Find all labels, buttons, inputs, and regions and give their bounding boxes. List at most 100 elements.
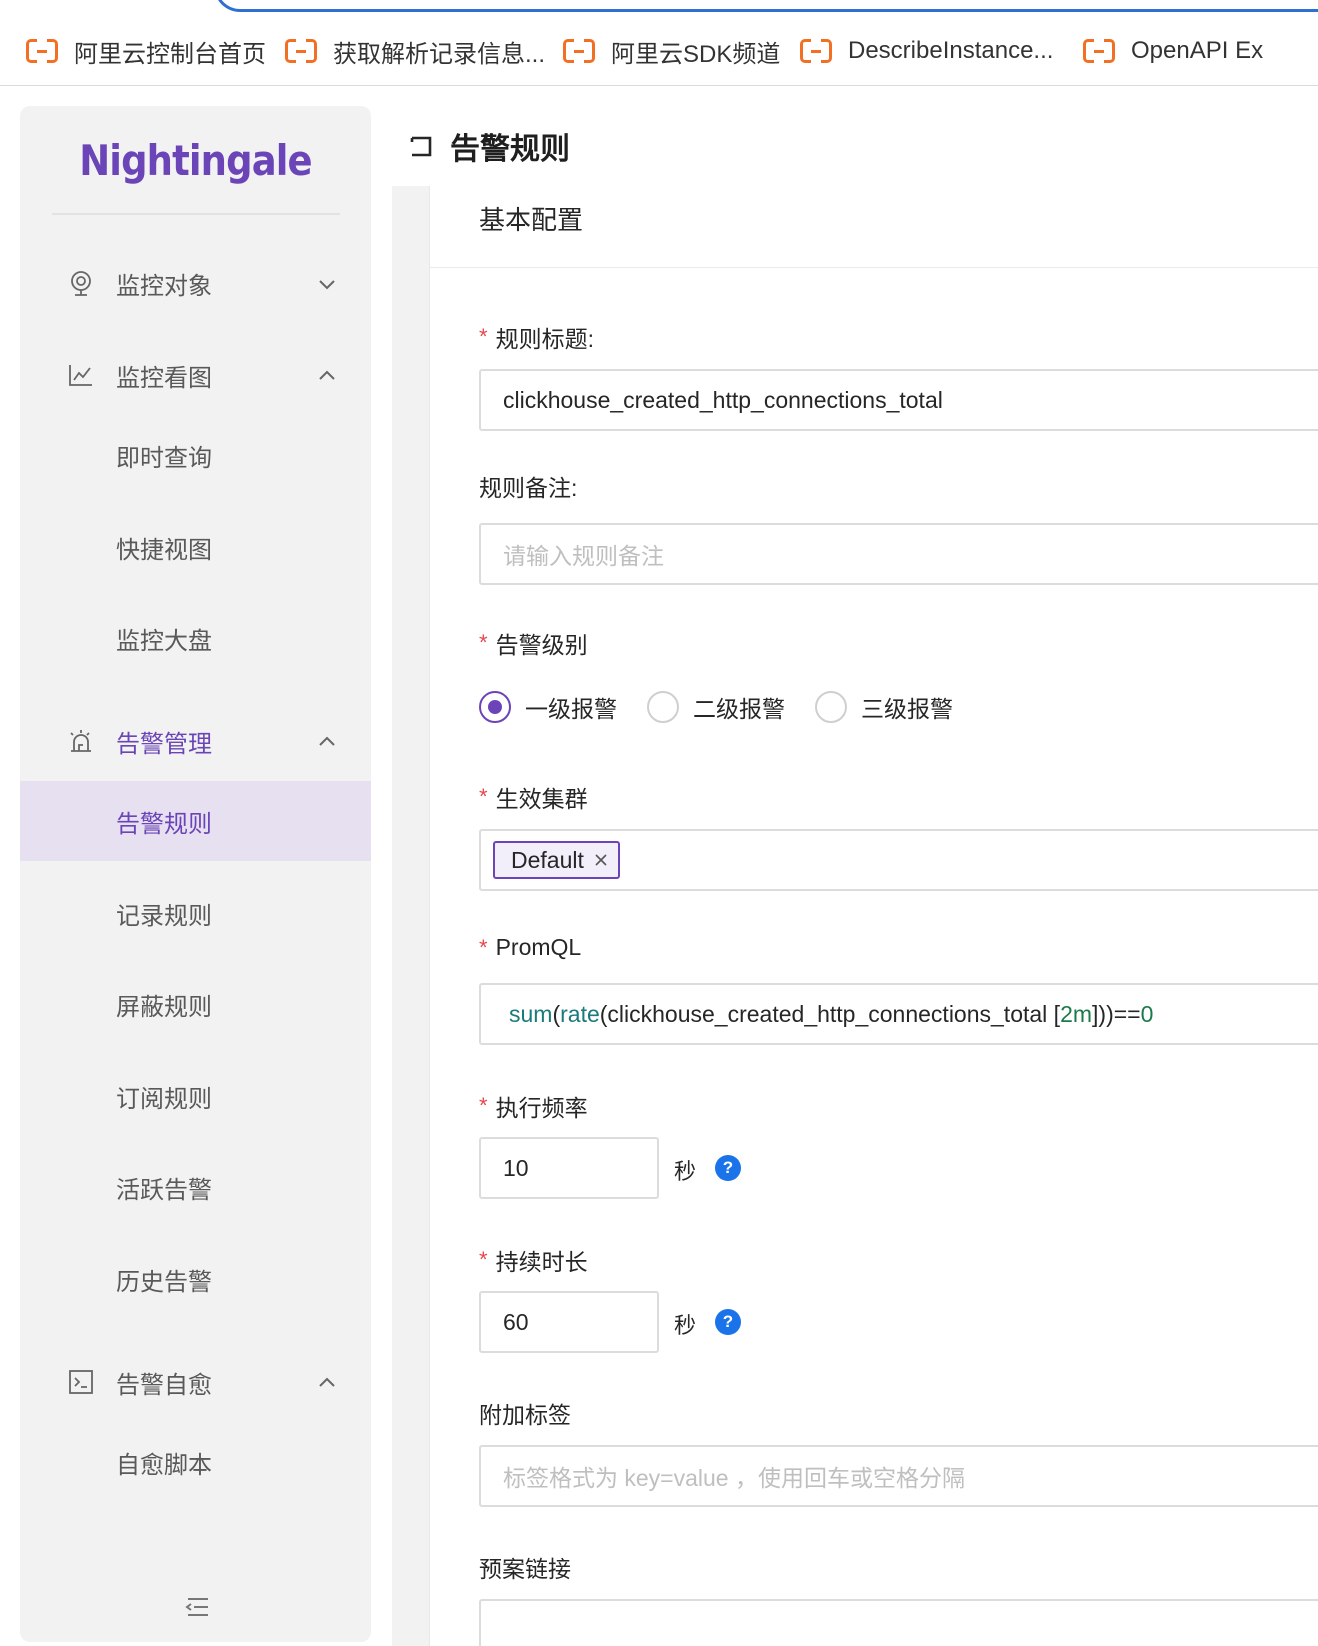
section-title: 基本配置 bbox=[479, 205, 584, 235]
promql-editor[interactable]: sum(rate (clickhouse_created_http_connect… bbox=[479, 983, 1318, 1045]
promql-token: 2m bbox=[1060, 1000, 1093, 1027]
sidebar-item-recording-rules[interactable]: 记录规则 bbox=[20, 873, 371, 953]
extra-labels-input[interactable]: 标签格式为 key=value ，使用回车或空格分隔 bbox=[479, 1445, 1318, 1507]
label-text: 生效集群 bbox=[495, 786, 588, 812]
severity-radio-group: 一级报警 二级报警 三级报警 bbox=[479, 689, 983, 725]
aliyun-icon bbox=[285, 39, 317, 63]
required-mark: * bbox=[479, 324, 488, 349]
sidebar-item-label: 屏蔽规则 bbox=[116, 993, 212, 1021]
required-mark: * bbox=[479, 934, 488, 960]
cluster-select[interactable]: Default bbox=[479, 829, 1318, 891]
radio-label: 二级报警 bbox=[693, 696, 785, 722]
sidebar-item-label: 自愈脚本 bbox=[116, 1451, 212, 1479]
sidebar-item-label: 订阅规则 bbox=[116, 1085, 212, 1113]
sidebar: Nightingale 监控对象 监控看图 即时查询 快捷视图 监控大盘 告警管… bbox=[20, 106, 371, 1642]
bookmark-aliyun-console[interactable]: 阿里云控制台首页 bbox=[26, 34, 266, 68]
divider bbox=[52, 213, 340, 215]
rule-title-input[interactable]: clickhouse_created_http_connections_tota… bbox=[479, 369, 1318, 431]
chevron-up-icon bbox=[319, 370, 335, 380]
close-icon[interactable] bbox=[594, 853, 608, 867]
aliyun-icon bbox=[1083, 39, 1115, 63]
bookmark-label: 阿里云SDK频道 bbox=[611, 40, 781, 68]
runbook-input[interactable] bbox=[479, 1599, 1318, 1646]
sidebar-group-targets[interactable]: 监控对象 bbox=[20, 253, 371, 313]
runbook-label: 预案链接 bbox=[479, 1556, 571, 1582]
radio-unchecked-icon bbox=[647, 691, 679, 723]
bookmark-aliyun-sdk[interactable]: 阿里云SDK频道 bbox=[563, 34, 780, 68]
promql-label: * PromQL bbox=[479, 934, 581, 961]
sidebar-item-label: 监控大盘 bbox=[116, 627, 212, 655]
bookmark-openapi[interactable]: OpenAPI Ex bbox=[1083, 34, 1263, 68]
promql-token: sum bbox=[509, 1000, 553, 1027]
promql-token: ( bbox=[552, 1000, 561, 1027]
page-header: 告警规则 bbox=[392, 106, 1318, 186]
extra-labels-label: 附加标签 bbox=[479, 1402, 571, 1428]
chevron-up-icon bbox=[319, 736, 335, 746]
logo[interactable]: Nightingale bbox=[41, 136, 350, 185]
radio-checked-icon bbox=[479, 691, 511, 723]
sidebar-item-instant-query[interactable]: 即时查询 bbox=[20, 415, 371, 495]
promql-token: (clickhouse_created_http_connections_tot… bbox=[599, 1000, 1061, 1027]
sidebar-item-alert-rules[interactable]: 告警规则 bbox=[20, 781, 371, 861]
severity-label: * 告警级别 bbox=[479, 626, 588, 660]
sidebar-group-label: 监控对象 bbox=[116, 272, 212, 300]
sidebar-group-label: 告警自愈 bbox=[116, 1371, 212, 1399]
label-text: 持续时长 bbox=[495, 1249, 588, 1275]
sidebar-group-label: 告警管理 bbox=[116, 730, 212, 758]
sidebar-item-label: 活跃告警 bbox=[116, 1176, 212, 1204]
rule-title-label: * 规则标题: bbox=[479, 320, 594, 354]
help-icon[interactable]: ? bbox=[715, 1309, 741, 1335]
target-icon bbox=[71, 271, 91, 296]
label-text: 告警级别 bbox=[495, 632, 588, 658]
terminal-icon bbox=[69, 1370, 93, 1394]
rule-form-card: 基本配置 * 规则标题: clickhouse_created_http_con… bbox=[429, 186, 1318, 1646]
sidebar-item-quick-view[interactable]: 快捷视图 bbox=[20, 507, 371, 587]
label-text: 执行频率 bbox=[495, 1095, 588, 1121]
sidebar-item-subscribe-rules[interactable]: 订阅规则 bbox=[20, 1056, 371, 1136]
sidebar-group-charts[interactable]: 监控看图 bbox=[20, 345, 371, 405]
sidebar-item-active-alerts[interactable]: 活跃告警 bbox=[20, 1147, 371, 1227]
severity-radio-level1[interactable]: 一级报警 bbox=[479, 690, 617, 724]
required-mark: * bbox=[479, 1247, 488, 1272]
cluster-label: * 生效集群 bbox=[479, 780, 588, 814]
promql-token: rate bbox=[560, 1000, 600, 1027]
address-bar-edge[interactable] bbox=[214, 0, 1318, 12]
back-icon[interactable] bbox=[408, 132, 436, 160]
bookmark-describe-instance[interactable]: DescribeInstance... bbox=[800, 34, 1053, 68]
alarm-icon bbox=[70, 730, 91, 752]
divider bbox=[430, 267, 1318, 268]
duration-input[interactable]: 60 bbox=[479, 1291, 659, 1353]
sidebar-group-alerting[interactable]: 告警管理 bbox=[20, 711, 371, 771]
sidebar-item-label: 快捷视图 bbox=[116, 536, 212, 564]
bookmark-label: 阿里云控制台首页 bbox=[74, 40, 266, 68]
sidebar-group-label: 监控看图 bbox=[116, 364, 212, 392]
sidebar-item-alert-history[interactable]: 历史告警 bbox=[20, 1239, 371, 1319]
sidebar-group-self-healing[interactable]: 告警自愈 bbox=[20, 1352, 371, 1412]
help-icon[interactable]: ? bbox=[715, 1155, 741, 1181]
chevron-up-icon bbox=[319, 1377, 335, 1387]
duration-label: * 持续时长 bbox=[479, 1243, 588, 1277]
duration-unit: 秒 bbox=[674, 1313, 697, 1338]
frequency-input[interactable]: 10 bbox=[479, 1137, 659, 1199]
frequency-unit: 秒 bbox=[674, 1159, 697, 1184]
aliyun-icon bbox=[563, 39, 595, 63]
sidebar-item-scripts[interactable]: 自愈脚本 bbox=[20, 1422, 371, 1502]
bookmark-label: DescribeInstance... bbox=[848, 37, 1054, 64]
radio-unchecked-icon bbox=[815, 691, 847, 723]
promql-token: ]))== bbox=[1092, 1000, 1141, 1027]
rule-note-input[interactable]: 请输入规则备注 bbox=[479, 523, 1318, 585]
radio-label: 三级报警 bbox=[861, 696, 953, 722]
bookmark-label: 获取解析记录信息... bbox=[333, 40, 546, 68]
aliyun-icon bbox=[26, 39, 58, 63]
required-mark: * bbox=[479, 1093, 488, 1118]
severity-radio-level2[interactable]: 二级报警 bbox=[647, 690, 785, 724]
sidebar-item-mute-rules[interactable]: 屏蔽规则 bbox=[20, 964, 371, 1044]
cluster-tag: Default bbox=[493, 841, 620, 879]
severity-radio-level3[interactable]: 三级报警 bbox=[815, 690, 953, 724]
sidebar-item-dashboards[interactable]: 监控大盘 bbox=[20, 598, 371, 678]
bookmark-dns-records[interactable]: 获取解析记录信息... bbox=[285, 34, 545, 68]
sidebar-item-label: 历史告警 bbox=[116, 1268, 212, 1296]
frequency-label: * 执行频率 bbox=[479, 1089, 588, 1123]
bookmark-label: OpenAPI Ex bbox=[1131, 37, 1264, 64]
menu-collapse-icon[interactable] bbox=[184, 1596, 210, 1618]
